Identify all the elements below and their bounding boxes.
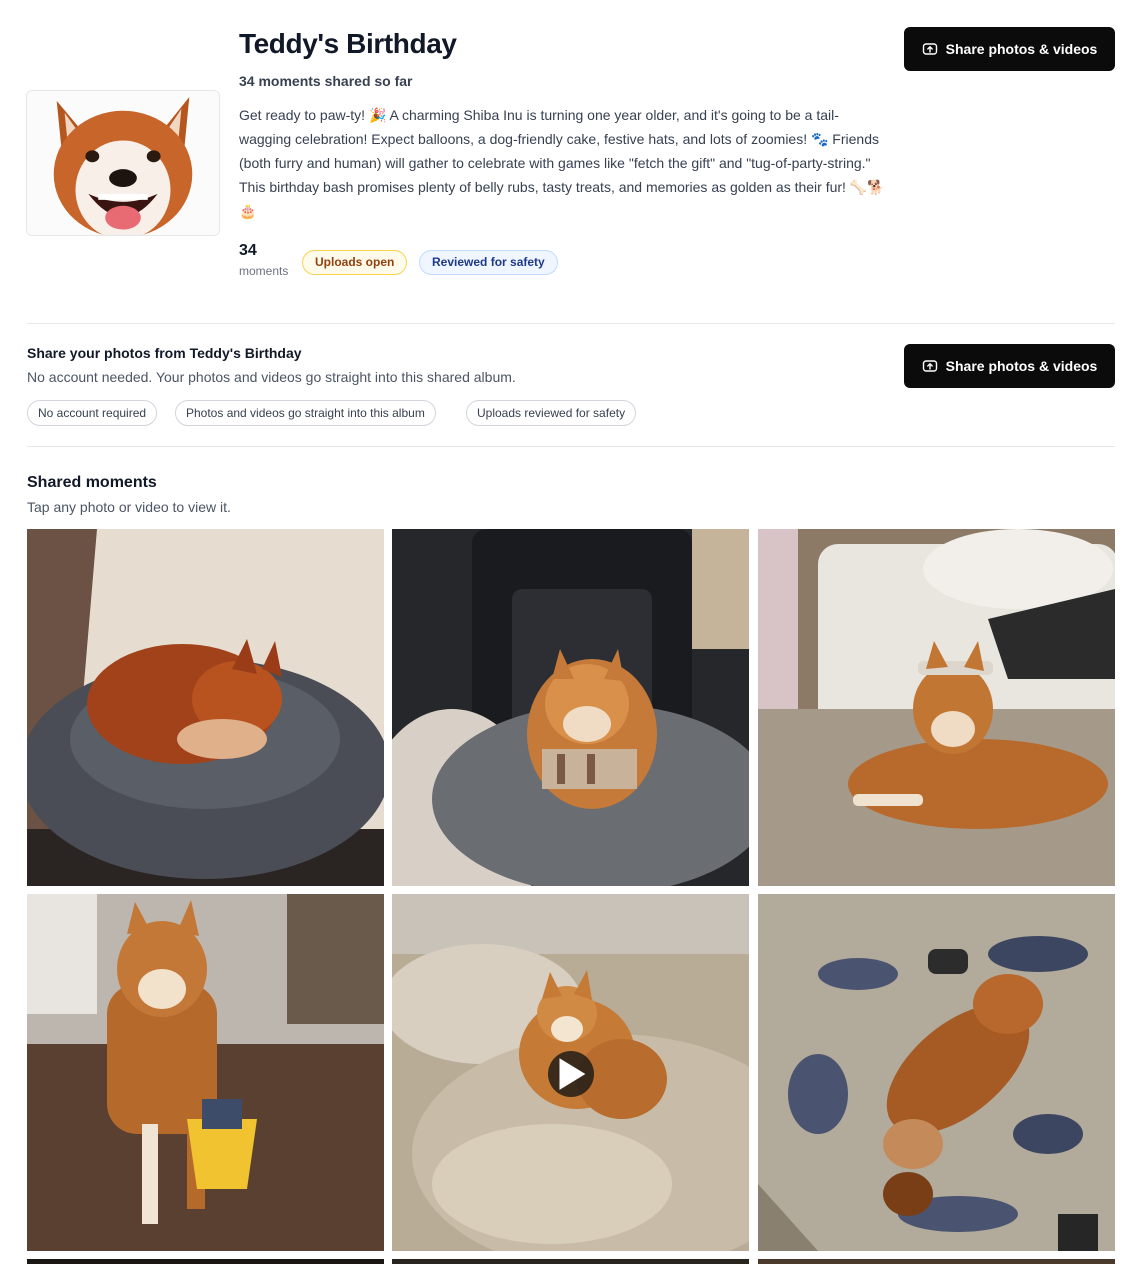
moment-tile-photo[interactable] xyxy=(27,1259,384,1264)
share-photos-button-label: Share photos & videos xyxy=(945,358,1098,374)
moment-count-label: moments xyxy=(239,264,289,278)
uploads-open-badge: Uploads open xyxy=(302,250,408,275)
play-button[interactable] xyxy=(548,1051,594,1097)
album-description: Get ready to paw-ty! 🎉 A charming Shiba … xyxy=(239,107,885,219)
moment-tile-photo[interactable] xyxy=(27,529,384,886)
moments-subtitle: Tap any photo or video to view it. xyxy=(27,499,231,515)
info-pill-reviewed: Uploads reviewed for safety xyxy=(466,400,637,426)
album-cover-image xyxy=(26,90,220,236)
album-subtitle: 34 moments shared so far xyxy=(239,73,413,89)
moment-count-number: 34 xyxy=(239,242,257,259)
album-title: Teddy's Birthday xyxy=(239,28,457,59)
album-header: Teddy's Birthday 34 moments shared so fa… xyxy=(0,0,1122,324)
moment-tile-photo[interactable] xyxy=(392,1259,749,1264)
photo-dog-in-bed xyxy=(27,529,384,886)
photo-dog-rolling-on-rug xyxy=(758,894,1115,1251)
share-photos-button-top[interactable]: Share photos & videos xyxy=(904,27,1115,71)
moment-count: 34 moments xyxy=(239,242,288,278)
moment-tile-photo[interactable] xyxy=(758,1259,1115,1264)
info-pill-no-account: No account required xyxy=(27,400,158,426)
moment-tile-photo[interactable] xyxy=(27,894,384,1251)
divider xyxy=(27,446,1115,447)
moment-tile-photo[interactable] xyxy=(758,529,1115,886)
info-pill-straight-into-album: Photos and videos go straight into this … xyxy=(175,400,436,426)
share-section-subtitle: No account needed. Your photos and video… xyxy=(27,369,516,385)
moment-tile-photo[interactable] xyxy=(392,529,749,886)
photo-dog-with-bucket xyxy=(27,894,384,1251)
shiba-portrait-illustration xyxy=(27,91,219,235)
moment-tile-video[interactable] xyxy=(392,894,749,1251)
photo-dog-on-rug-headband xyxy=(758,529,1115,886)
upload-cloud-icon xyxy=(922,360,937,372)
moment-tile-photo[interactable] xyxy=(758,894,1115,1251)
moments-title: Shared moments xyxy=(27,474,157,491)
upload-cloud-icon xyxy=(922,43,937,55)
photo-dog-in-car xyxy=(392,529,749,886)
play-icon xyxy=(559,1058,586,1090)
share-photos-button-section[interactable]: Share photos & videos xyxy=(904,344,1115,388)
share-photos-button-label: Share photos & videos xyxy=(945,41,1098,57)
share-section-title: Share your photos from Teddy's Birthday xyxy=(27,345,302,361)
divider xyxy=(27,323,1115,324)
reviewed-for-safety-badge: Reviewed for safety xyxy=(419,250,558,275)
